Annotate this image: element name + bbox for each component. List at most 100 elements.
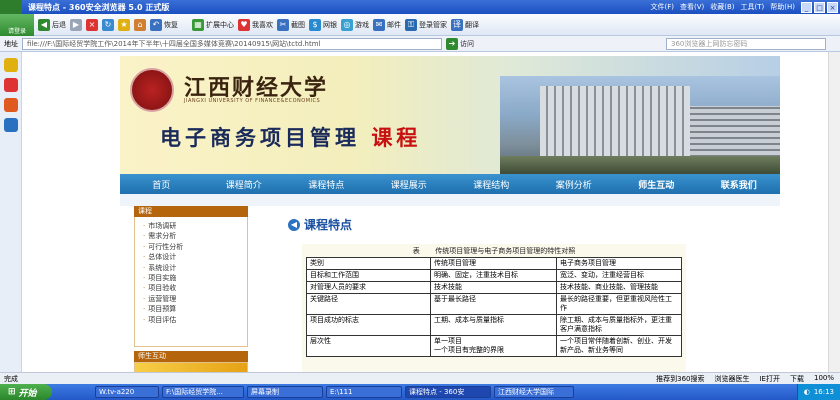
back-arrow-icon: ◀ [38,18,50,31]
nav-contact[interactable]: 联系我们 [698,178,781,191]
go-arrow-icon: ➔ [446,37,458,50]
table-cell: 宽泛、变动，注重经营目标 [556,269,682,282]
taskbar-item[interactable]: W.tv-a220 [95,386,159,398]
refresh-button[interactable]: ↻ [102,18,114,31]
close-button[interactable]: × [827,1,838,13]
course-site: 江西财经大学 JIANGXI UNIVERSITY OF FINANCE&ECO… [120,56,780,372]
address-label: 地址 [4,39,18,48]
download-button[interactable]: 下载 [790,374,804,384]
course-title-main: 电子商务项目管理 [160,125,360,150]
forward-button[interactable]: ▶ [70,18,82,31]
screenshot-button[interactable]: ✂ 截图 [277,18,305,31]
status-text: 完成 [4,374,18,383]
nav-home[interactable]: 首页 [120,178,203,191]
menu-tools[interactable]: 工具(T) [741,2,765,12]
university-english-name: JIANGXI UNIVERSITY OF FINANCE&ECONOMICS [184,98,321,104]
url-input[interactable]: file:///F:\国际经贸学院工作\2014年下半年\十四届全国多媒体竞赛\… [22,37,442,50]
taskbar-item[interactable]: E:\111 [326,386,402,398]
nav-intro[interactable]: 课程简介 [203,178,286,191]
browser-doctor-button[interactable]: 浏览器医生 [714,374,749,384]
menu-help[interactable]: 帮助(H) [770,2,795,12]
taskbar-item[interactable]: 课程特点 - 360安 [405,386,491,398]
translate-label: 翻译 [465,20,479,29]
favorites-button[interactable]: ♥ 我喜欢 [238,18,273,31]
table-caption-text: 传统项目管理与电子商务项目管理的特性对照 [435,247,576,255]
table-cell: 基于最长路径 [430,293,557,315]
recommend-search-button[interactable]: 推荐到360搜索 [656,374,704,384]
taskbar-item[interactable]: 屏幕录制 [247,386,323,398]
table-cell: 工期、成本与质量指标 [430,314,557,336]
nav-cases[interactable]: 案例分析 [533,178,616,191]
zoom-level[interactable]: 100% [814,374,834,384]
course-menu-item[interactable]: 项目预算 [135,304,247,314]
browser-toolbar: 请登录 ◀ 后退 ▶ × ↻ ★ ⌂ ↶ 恢复 ▦ 扩展中心 ♥ 我喜欢 ✂ 截图 $ 网银… [0,13,840,36]
nav-structure[interactable]: 课程结构 [450,178,533,191]
translate-button[interactable]: 译翻译 [451,18,479,31]
course-menu-item[interactable]: 总体设计 [135,252,247,262]
notes-icon[interactable] [3,118,18,132]
course-menu-header: 课程 [134,206,248,217]
grid-icon: ▦ [192,18,204,31]
left-column: 课程 市场调研 需求分析 可行性分析 总体设计 系统设计 项目实施 项目验收 运… [134,206,248,372]
course-menu: 市场调研 需求分析 可行性分析 总体设计 系统设计 项目实施 项目验收 运营管理… [134,217,248,347]
weibo-icon[interactable] [3,98,18,112]
course-menu-item[interactable]: 项目实施 [135,273,247,283]
screenshot-label: 截图 [291,20,305,29]
menu-favorites[interactable]: 收藏(B) [710,2,734,12]
scissors-icon: ✂ [277,18,289,31]
table-cell: 技术技能 [430,281,557,294]
ie-open-button[interactable]: IE打开 [759,374,780,384]
ext-center-button[interactable]: ▦ 扩展中心 [192,18,234,31]
back-button[interactable]: ◀ 后退 [38,18,66,31]
course-menu-item[interactable]: 运营管理 [135,294,247,304]
menu-view[interactable]: 查看(V) [680,2,704,12]
course-menu-item[interactable]: 需求分析 [135,231,247,241]
table-row: 类别 传统项目管理 电子商务项目管理 [306,257,682,270]
restore-button[interactable]: ↶ 恢复 [150,18,178,31]
nav-interaction[interactable]: 师生互动 [615,178,698,191]
nav-showcase[interactable]: 课程展示 [368,178,451,191]
course-menu-item[interactable]: 系统设计 [135,263,247,273]
course-menu-item[interactable]: 项目评估 [135,315,247,325]
mail-label: 邮件 [387,20,401,29]
course-menu-item[interactable]: 项目验收 [135,283,247,293]
mail-button[interactable]: ✉ 邮件 [373,18,401,31]
arrow-circle-icon: ◀ [288,218,300,231]
search-input[interactable]: 360浏览器上网防忘密码 [666,37,826,50]
course-menu-item[interactable]: 市场调研 [135,221,247,231]
table-cell: 电子商务项目管理 [556,257,682,270]
vertical-scrollbar[interactable] [828,52,840,372]
netbank-button[interactable]: $ 网银 [309,18,337,31]
games-label: 游戏 [355,20,369,29]
go-button[interactable]: ➔ 访问 [446,37,474,50]
favorite-star-button[interactable]: ★ [118,18,130,31]
table-cell: 除工期、成本与质量指标外，更注重客户满意指标 [556,314,682,336]
favorites-label: 我喜欢 [252,20,273,29]
stop-button[interactable]: × [86,18,98,31]
address-bar: 地址 file:///F:\国际经贸学院工作\2014年下半年\十四届全国多媒体… [0,36,840,52]
login-manager-button[interactable]: ⚿ 登录管家 [405,18,447,31]
tray-icon[interactable]: ◐ [804,388,810,396]
login-button[interactable]: 请登录 [0,13,34,36]
window-title: 课程特点 - 360安全浏览器 5.0 正式版 [28,2,170,12]
favorites-star-icon[interactable] [3,58,18,72]
home-button[interactable]: ⌂ [134,18,146,31]
course-menu-item[interactable]: 可行性分析 [135,242,247,252]
start-button[interactable]: ⊞ 开始 [0,384,52,400]
windows-logo-icon: ⊞ [8,387,16,397]
table-row: 项目成功的标志 工期、成本与质量指标 除工期、成本与质量指标外，更注重客户满意指标 [306,314,682,336]
taskbar-item[interactable]: 江西财经大学国际 [494,386,574,398]
games-button[interactable]: ◎ 游戏 [341,18,369,31]
minimize-button[interactable]: _ [801,1,812,13]
status-items: 推荐到360搜索 浏览器医生 IE打开 下载 100% [656,374,834,384]
table-cell: 技术技能、商业技能、管理技能 [556,281,682,294]
site-nav: 首页 课程简介 课程特点 课程展示 课程结构 案例分析 师生互动 联系我们 [120,174,780,194]
history-icon[interactable] [3,78,18,92]
section-header: ◀ 课程特点 [288,216,738,233]
maximize-button[interactable]: □ [814,1,825,13]
nav-features[interactable]: 课程特点 [285,178,368,191]
menu-file[interactable]: 文件(F) [650,2,674,12]
interaction-banner[interactable] [134,362,248,372]
taskbar-item[interactable]: F:\国际经贸学院... [162,386,244,398]
translate-icon: 译 [451,18,463,31]
